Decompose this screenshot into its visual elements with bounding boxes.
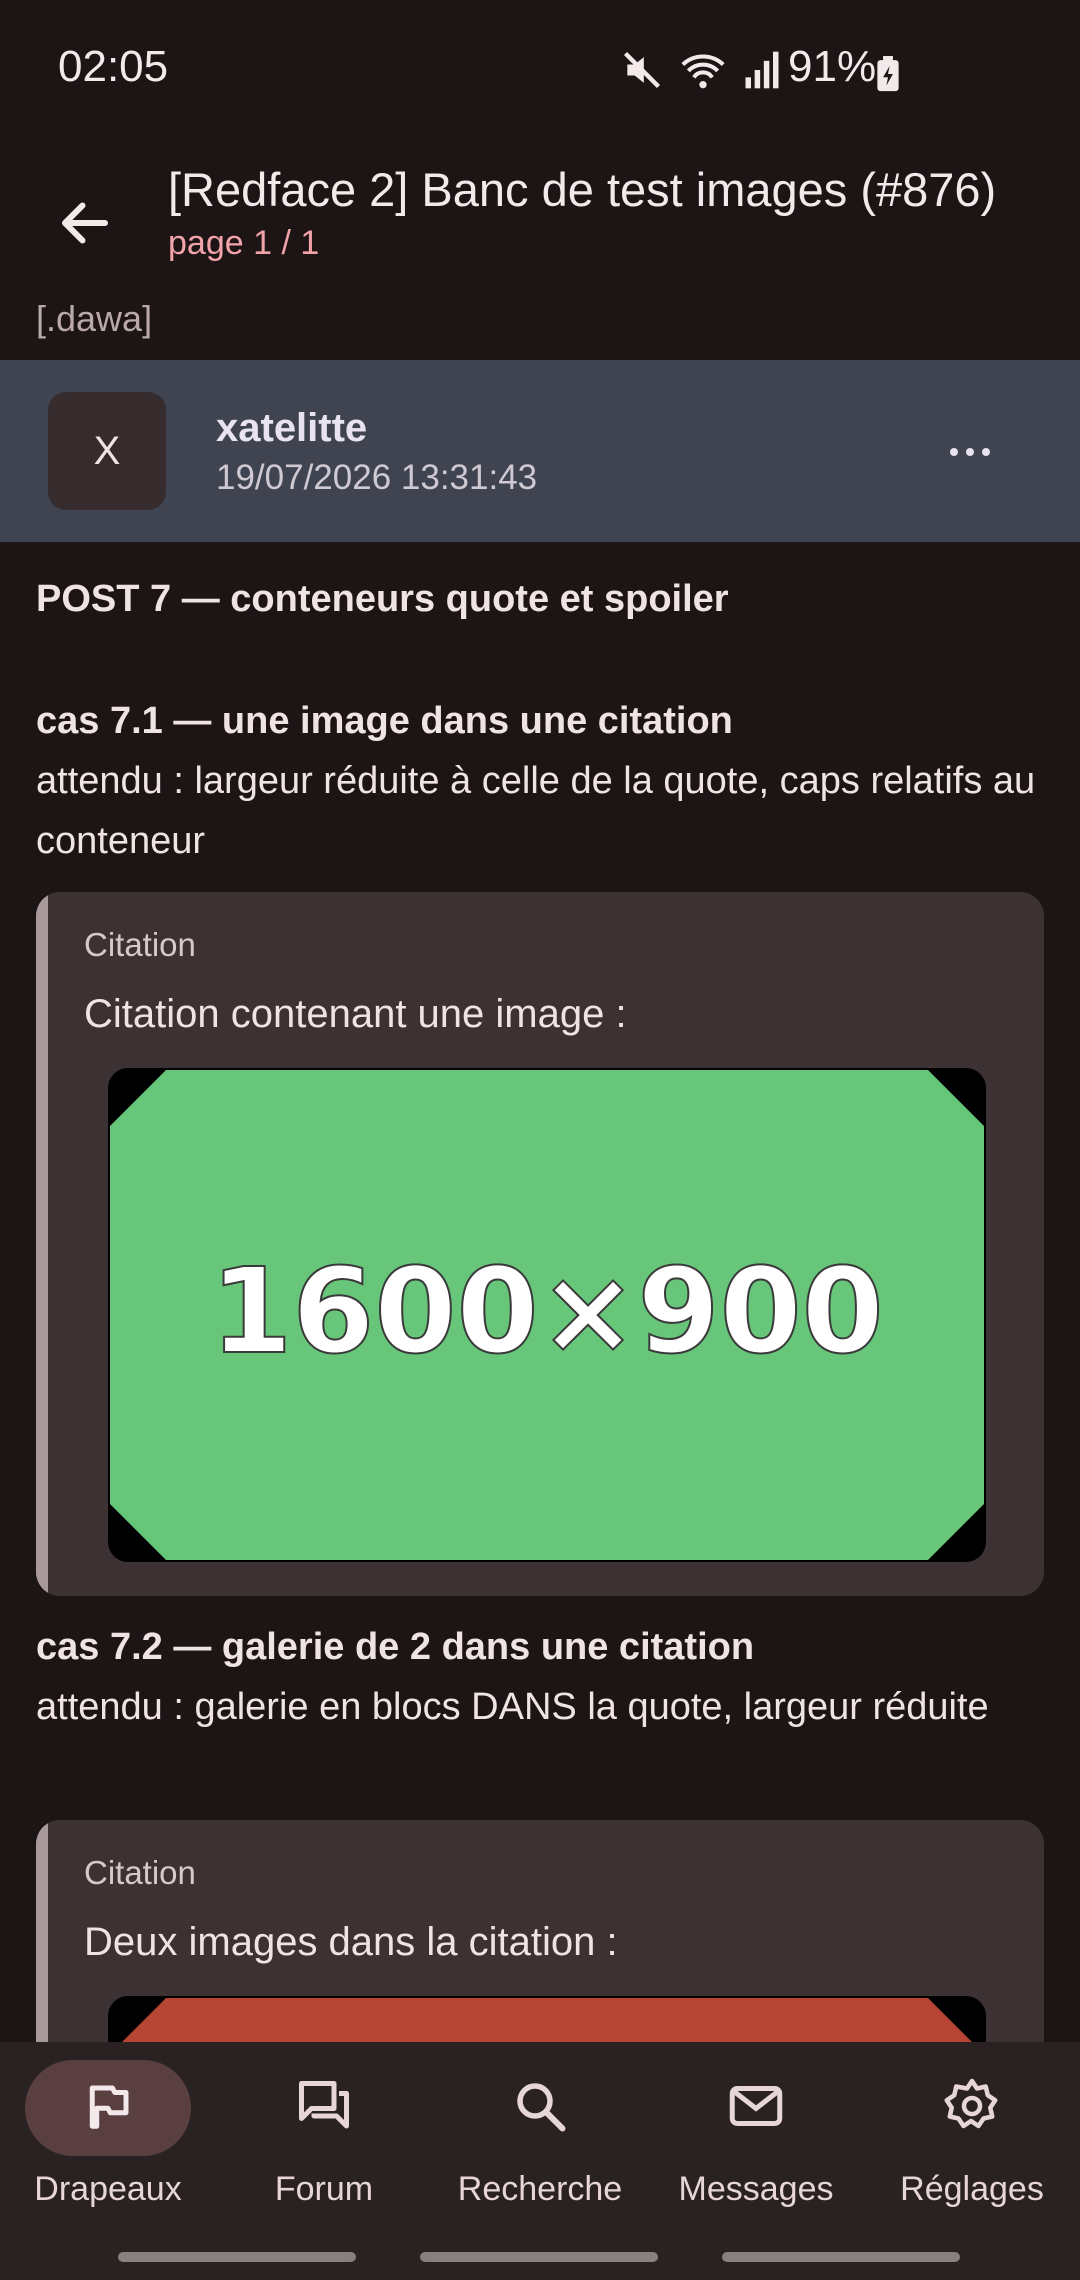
nav-item-messages[interactable]: Messages bbox=[648, 2060, 864, 2250]
nav-item-reglages[interactable]: Réglages bbox=[864, 2060, 1080, 2250]
nav-label: Recherche bbox=[457, 2170, 623, 2208]
nav-indicator bbox=[241, 2060, 407, 2156]
mail-icon bbox=[726, 2076, 786, 2141]
post-date: 19/07/2026 13:31:43 bbox=[216, 458, 538, 497]
nav-label: Réglages bbox=[900, 2170, 1044, 2208]
more-horizontal-icon bbox=[948, 445, 992, 463]
nav-indicator bbox=[889, 2060, 1055, 2156]
status-time: 02:05 bbox=[58, 42, 169, 91]
case-2-text: cas 7.2 — galerie de 2 dans une citation… bbox=[36, 1626, 1046, 1737]
nav-item-recherche[interactable]: Recherche bbox=[432, 2060, 648, 2250]
nav-indicator bbox=[673, 2060, 839, 2156]
flag-icon bbox=[81, 2079, 135, 2138]
nav-indicator bbox=[457, 2060, 623, 2156]
more-options-button[interactable] bbox=[940, 424, 1000, 484]
nav-item-forum[interactable]: Forum bbox=[216, 2060, 432, 2250]
bottom-navigation: Drapeaux Forum Recherche Messages Réglag… bbox=[0, 2042, 1080, 2280]
gesture-bar bbox=[722, 2252, 960, 2262]
case-description: attendu : largeur réduite à celle de la … bbox=[36, 760, 1036, 862]
quote-image[interactable]: 1600×900 bbox=[108, 1068, 986, 1562]
case-title: cas 7.1 — une image dans une citation bbox=[36, 700, 733, 742]
battery-percent: 91% bbox=[788, 42, 877, 91]
avatar[interactable]: X bbox=[48, 392, 166, 510]
search-icon bbox=[510, 2076, 570, 2141]
nav-label: Drapeaux bbox=[34, 2170, 182, 2208]
nav-label: Forum bbox=[274, 2170, 374, 2208]
quote-text: Citation contenant une image : bbox=[84, 992, 627, 1036]
status-icons bbox=[620, 48, 782, 97]
signal-icon bbox=[742, 48, 782, 97]
gear-icon bbox=[942, 2076, 1002, 2141]
image-dimension-label: 1600×900 bbox=[210, 1242, 884, 1380]
post-header: X xatelitte 19/07/2026 13:31:43 bbox=[0, 360, 1080, 542]
status-bar: 02:05 91% bbox=[0, 0, 1080, 140]
battery-icon bbox=[874, 56, 902, 97]
nav-label: Messages bbox=[678, 2170, 834, 2208]
topic-title: [Redface 2] Banc de test images (#876) bbox=[168, 163, 997, 216]
quote-label: Citation bbox=[84, 1854, 196, 1891]
case-description: attendu : galerie en blocs DANS la quote… bbox=[36, 1686, 989, 1728]
forum-icon bbox=[294, 2076, 354, 2141]
page-indicator: page 1 / 1 bbox=[168, 224, 320, 262]
quote-block: Citation Citation contenant une image : … bbox=[36, 892, 1044, 1596]
arrow-back-icon bbox=[55, 193, 115, 258]
nav-item-drapeaux[interactable]: Drapeaux bbox=[0, 2060, 216, 2250]
post-body: POST 7 — conteneurs quote et spoiler bbox=[36, 578, 1046, 621]
post-author[interactable]: xatelitte bbox=[216, 406, 367, 451]
case-1-text: cas 7.1 — une image dans une citation at… bbox=[36, 700, 1046, 871]
gesture-bar bbox=[118, 2252, 356, 2262]
mute-icon bbox=[620, 48, 664, 97]
wifi-icon bbox=[678, 48, 728, 97]
app-bar: [Redface 2] Banc de test images (#876) p… bbox=[0, 140, 1080, 305]
nav-indicator bbox=[25, 2060, 191, 2156]
gesture-bar bbox=[420, 2252, 658, 2262]
post-heading: POST 7 — conteneurs quote et spoiler bbox=[36, 578, 729, 620]
case-title: cas 7.2 — galerie de 2 dans une citation bbox=[36, 1626, 755, 1668]
quote-text: Deux images dans la citation : bbox=[84, 1920, 618, 1964]
quote-label: Citation bbox=[84, 926, 196, 963]
back-button[interactable] bbox=[40, 180, 130, 270]
